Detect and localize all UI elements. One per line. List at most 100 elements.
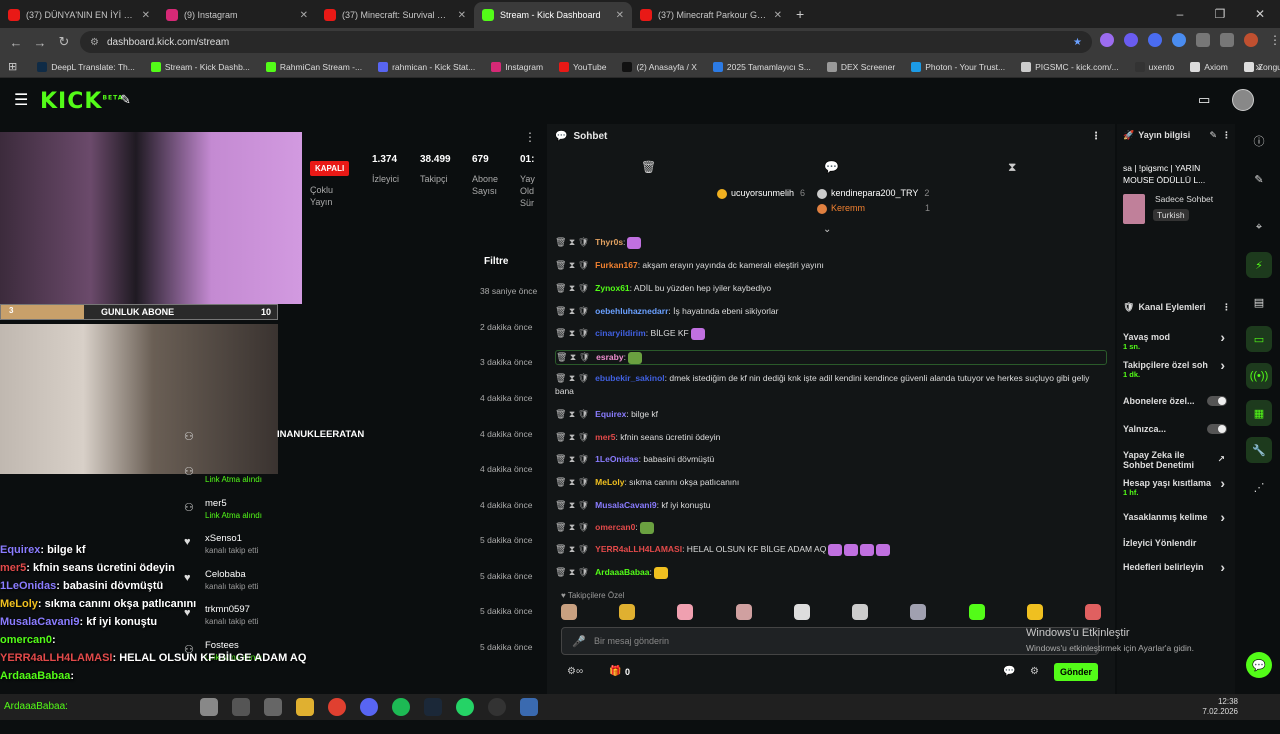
mod-action-icons[interactable]: 🗑 ⧗ 🛡 <box>555 500 589 510</box>
chat-username[interactable]: 1LeOnidas <box>595 454 638 464</box>
reload-icon[interactable]: ↻ <box>52 34 76 50</box>
quick-emote-icon[interactable] <box>793 604 810 620</box>
hourglass-icon[interactable]: ⧗ <box>1008 160 1016 175</box>
mod-action-icons[interactable]: 🗑 ⧗ 🛡 <box>555 237 589 247</box>
chat-username[interactable]: mer5 <box>595 432 615 442</box>
chat-username[interactable]: esraby <box>596 352 623 362</box>
close-window-icon[interactable]: ✕ <box>1240 7 1280 21</box>
hamburger-menu-icon[interactable]: ☰ <box>14 90 28 110</box>
obs-icon[interactable] <box>488 698 506 716</box>
channel-action-item[interactable]: İzleyici Yönlendir <box>1123 538 1231 548</box>
bookmark-item[interactable]: uxento <box>1129 61 1181 72</box>
bookmark-item[interactable]: Photon - Your Trust... <box>905 61 1011 72</box>
collapse-chevron-icon[interactable]: ⌄ <box>823 224 831 235</box>
channel-action-item[interactable]: Takipçilere özel soh 1 dk. › <box>1123 358 1231 380</box>
discord-icon[interactable] <box>360 698 378 716</box>
chat-settings-icon[interactable]: ⚙∞ <box>567 666 583 677</box>
quick-emote-icon[interactable] <box>677 604 694 620</box>
settings-gear-icon[interactable]: ⚙ <box>1030 666 1039 677</box>
maximize-icon[interactable]: ❐ <box>1200 7 1240 21</box>
emote-picker-icon[interactable]: 💬 <box>1003 666 1015 677</box>
mod-action-icons[interactable]: 🗑 ⧗ 🛡 <box>555 432 589 442</box>
chat-tool-icon[interactable]: ▭ <box>1246 326 1272 352</box>
mod-action-icons[interactable]: 🗑 ⧗ 🛡 <box>555 328 589 338</box>
mod-action-icons[interactable]: 🗑 ⧗ 🛡 <box>556 352 590 362</box>
channel-action-item[interactable]: Hedefleri belirleyin › <box>1123 560 1231 574</box>
send-button[interactable]: Gönder <box>1054 663 1098 681</box>
bookmark-item[interactable]: Axiom <box>1184 61 1234 72</box>
share-icon[interactable]: ⋰ <box>1246 474 1272 500</box>
browser-tab[interactable]: (37) Minecraft: Survival Games ✕ <box>316 2 474 28</box>
channel-action-item[interactable]: Hesap yaşı kısıtlama 1 hf. › <box>1123 476 1231 498</box>
lightning-icon[interactable]: ⚡ <box>1246 252 1272 278</box>
chat-username[interactable]: ebubekir_sakinol <box>595 373 664 383</box>
bookmark-item[interactable]: DEX Screener <box>821 61 901 72</box>
user-avatar[interactable] <box>1232 89 1254 111</box>
bookmark-item[interactable]: Instagram <box>485 61 549 72</box>
quick-emote-icon[interactable] <box>1084 604 1101 620</box>
bookmark-item[interactable]: DeepL Translate: Th... <box>31 61 141 72</box>
chat-username[interactable]: oebehluhaznedarr <box>595 306 668 316</box>
panel-menu-icon[interactable]: ⋮ <box>524 130 536 144</box>
url-field[interactable]: ⚙ dashboard.kick.com/stream ★ <box>80 31 1092 53</box>
chat-username[interactable]: omercan0 <box>595 522 635 532</box>
bookmark-item[interactable]: rahmican - Kick Stat... <box>372 61 481 72</box>
puzzle-icon[interactable] <box>1196 33 1210 47</box>
dashboard-toggle-icon[interactable]: ▭ <box>1198 92 1210 108</box>
toggle-switch[interactable] <box>1207 396 1227 406</box>
toggle-switch[interactable] <box>1207 424 1227 434</box>
mod-action-icons[interactable]: 🗑 ⧗ 🛡 <box>555 283 589 293</box>
windows-start-icon[interactable] <box>200 698 218 716</box>
channel-action-item[interactable]: Yavaş mod 1 sn. › <box>1123 330 1231 352</box>
channel-action-item[interactable]: Yapay Zeka ile Sohbet Denetimi ↗ <box>1123 450 1231 470</box>
activity-filter-button[interactable]: Filtre <box>484 256 508 267</box>
mod-action-icons[interactable]: 🗑 ⧗ 🛡 <box>555 409 589 419</box>
site-info-icon[interactable]: ⚙ <box>90 37 99 48</box>
support-chat-icon[interactable]: 💬 <box>1246 652 1272 678</box>
bookmark-item[interactable]: (2) Anasayfa / X <box>616 61 702 72</box>
forward-icon[interactable]: → <box>28 35 52 50</box>
chat-username[interactable]: cinaryildirim <box>595 328 646 338</box>
info-icon[interactable]: ⓘ <box>1246 128 1272 154</box>
chat-message-input[interactable]: 🎤 Bir mesaj gönderin <box>561 627 1099 655</box>
channel-action-item[interactable]: Abonelere özel... <box>1123 396 1231 406</box>
extension-icon[interactable] <box>1148 33 1162 47</box>
browser-tab[interactable]: (37) DÜNYA'NIN EN İYİ PVPCİSİ ✕ <box>0 2 158 28</box>
tab-close-icon[interactable]: ✕ <box>774 10 782 21</box>
channel-actions-menu-icon[interactable]: ⋮ <box>1222 302 1231 313</box>
mod-action-icons[interactable]: 🗑 ⧗ 🛡 <box>555 522 589 532</box>
tab-close-icon[interactable]: ✕ <box>300 10 308 21</box>
channel-action-item[interactable]: Yasaklanmış kelime › <box>1123 510 1231 524</box>
more-bookmarks-icon[interactable]: » <box>1255 60 1262 74</box>
channel-action-item[interactable]: Yalnızca... <box>1123 424 1231 434</box>
chat-username[interactable]: Zynox61 <box>595 283 630 293</box>
mod-action-icons[interactable]: 🗑 ⧗ 🛡 <box>555 260 589 270</box>
quick-emote-icon[interactable] <box>852 604 869 620</box>
mod-action-icons[interactable]: 🗑 ⧗ 🛡 <box>555 477 589 487</box>
gift-icon[interactable]: 🎁 <box>609 666 621 677</box>
mod-action-icons[interactable]: 🗑 ⧗ 🛡 <box>555 567 589 577</box>
tab-close-icon[interactable]: ✕ <box>142 10 150 21</box>
mod-action-icons[interactable]: 🗑 ⧗ 🛡 <box>555 454 589 464</box>
extension-icon[interactable] <box>1124 33 1138 47</box>
quick-emote-icon[interactable] <box>968 604 985 620</box>
bookmark-item[interactable]: RahmiCan Stream -... <box>260 61 368 72</box>
mod-action-icons[interactable]: 🗑 ⧗ 🛡 <box>555 373 589 383</box>
extension-icon[interactable] <box>1100 33 1114 47</box>
tab-close-icon[interactable]: ✕ <box>616 10 624 21</box>
bookmark-star-icon[interactable]: ★ <box>1073 37 1082 48</box>
chat-menu-icon[interactable]: ⋮ <box>1091 131 1101 142</box>
new-tab-button[interactable]: + <box>796 6 804 22</box>
kick-logo[interactable]: KICKBETA <box>40 89 123 114</box>
back-icon[interactable]: ← <box>4 35 28 50</box>
chrome-icon[interactable] <box>328 698 346 716</box>
chat-username[interactable]: Furkan167 <box>595 260 638 270</box>
explorer-icon[interactable] <box>296 698 314 716</box>
file-manager-icon[interactable] <box>264 698 282 716</box>
chat-username[interactable]: Equirex <box>595 409 626 419</box>
edit-icon[interactable]: ✎ <box>1209 130 1217 140</box>
quick-emote-icon[interactable] <box>735 604 752 620</box>
chat-username[interactable]: Thyr0s <box>595 237 623 247</box>
browser-tab[interactable]: (9) Instagram ✕ <box>158 2 316 28</box>
media-icon[interactable] <box>1220 33 1234 47</box>
